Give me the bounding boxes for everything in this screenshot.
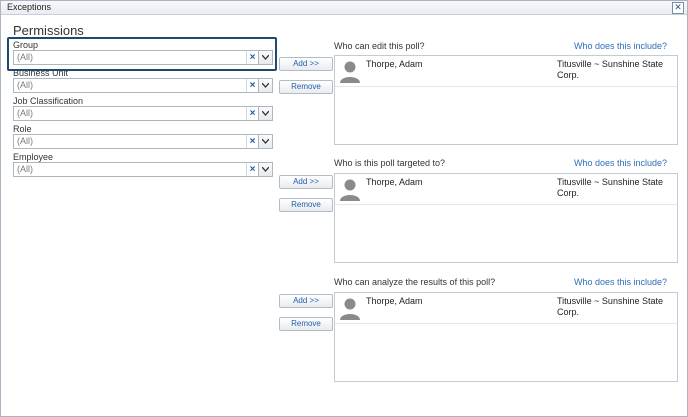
- business-unit-value: (All): [17, 80, 33, 90]
- add-editors-button[interactable]: Add >>: [279, 57, 333, 71]
- job-classification-label: Job Classification: [13, 96, 84, 106]
- chevron-down-icon[interactable]: [258, 79, 272, 92]
- analysts-who-link[interactable]: Who does this include?: [574, 277, 667, 287]
- remove-analysts-button[interactable]: Remove: [279, 317, 333, 331]
- targets-list: Thorpe, Adam Titusville ~ Sunshine State…: [334, 173, 678, 263]
- chevron-down-icon[interactable]: [258, 107, 272, 120]
- remove-editors-button[interactable]: Remove: [279, 80, 333, 94]
- add-analysts-button[interactable]: Add >>: [279, 294, 333, 308]
- title-bar: Exceptions ✕: [1, 1, 687, 15]
- add-targets-button[interactable]: Add >>: [279, 175, 333, 189]
- business-unit-select[interactable]: (All) ×: [13, 78, 273, 93]
- job-classification-clear-icon[interactable]: ×: [246, 107, 258, 120]
- user-avatar-icon: [340, 298, 360, 320]
- exceptions-dialog: Exceptions ✕ Permissions Group (All) × B…: [0, 0, 688, 417]
- job-classification-value: (All): [17, 108, 33, 118]
- chevron-down-icon[interactable]: [258, 135, 272, 148]
- role-clear-icon[interactable]: ×: [246, 135, 258, 148]
- section-analysts-label: Who can analyze the results of this poll…: [334, 277, 496, 287]
- role-label: Role: [13, 124, 32, 134]
- user-avatar-icon: [340, 61, 360, 83]
- editors-who-link[interactable]: Who does this include?: [574, 41, 667, 51]
- targets-who-link[interactable]: Who does this include?: [574, 158, 667, 168]
- group-focus-highlight: [7, 37, 277, 71]
- person-name: Thorpe, Adam: [366, 296, 423, 306]
- role-value: (All): [17, 136, 33, 146]
- list-item[interactable]: Thorpe, Adam Titusville ~ Sunshine State…: [335, 56, 677, 87]
- business-unit-clear-icon[interactable]: ×: [246, 79, 258, 92]
- role-select[interactable]: (All) ×: [13, 134, 273, 149]
- employee-clear-icon[interactable]: ×: [246, 163, 258, 176]
- employee-label: Employee: [13, 152, 54, 162]
- editors-list: Thorpe, Adam Titusville ~ Sunshine State…: [334, 55, 678, 145]
- person-org: Titusville ~ Sunshine State Corp.: [557, 59, 663, 80]
- user-avatar-icon: [340, 179, 360, 201]
- window-title: Exceptions: [7, 2, 52, 12]
- analysts-list: Thorpe, Adam Titusville ~ Sunshine State…: [334, 292, 678, 382]
- person-org: Titusville ~ Sunshine State Corp.: [557, 177, 663, 198]
- section-targets-label: Who is this poll targeted to?: [334, 158, 446, 168]
- chevron-down-icon[interactable]: [258, 163, 272, 176]
- list-item[interactable]: Thorpe, Adam Titusville ~ Sunshine State…: [335, 293, 677, 324]
- employee-select[interactable]: (All) ×: [13, 162, 273, 177]
- section-editors-label: Who can edit this poll?: [334, 41, 425, 51]
- person-org: Titusville ~ Sunshine State Corp.: [557, 296, 663, 317]
- person-name: Thorpe, Adam: [366, 59, 423, 69]
- page-title: Permissions: [13, 23, 84, 38]
- close-icon[interactable]: ✕: [672, 2, 684, 14]
- job-classification-select[interactable]: (All) ×: [13, 106, 273, 121]
- person-name: Thorpe, Adam: [366, 177, 423, 187]
- remove-targets-button[interactable]: Remove: [279, 198, 333, 212]
- list-item[interactable]: Thorpe, Adam Titusville ~ Sunshine State…: [335, 174, 677, 205]
- employee-value: (All): [17, 164, 33, 174]
